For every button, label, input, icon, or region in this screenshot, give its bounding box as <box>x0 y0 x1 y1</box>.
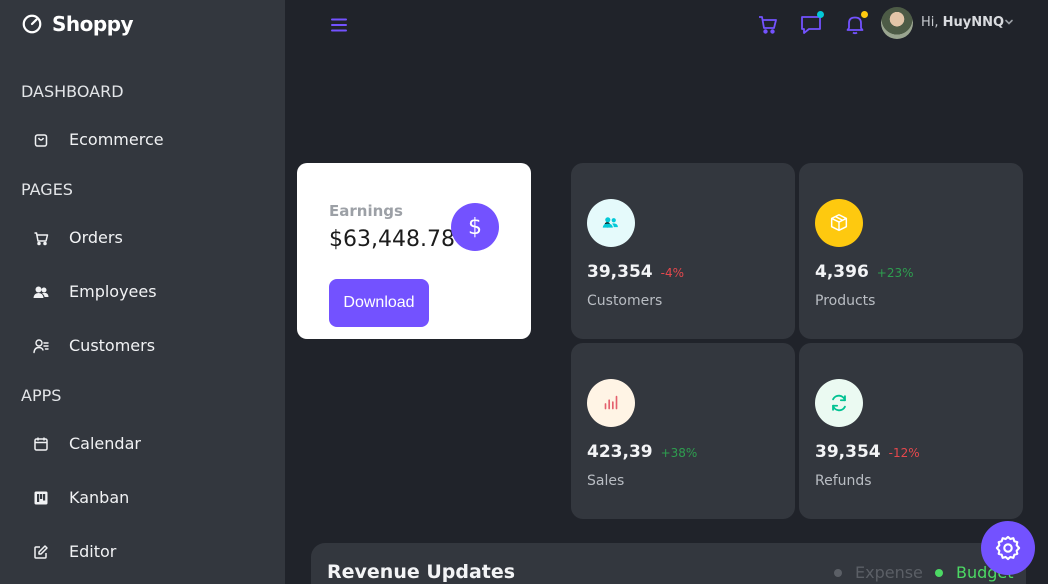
sidebar-item-label: Employees <box>69 282 157 301</box>
edit-icon <box>34 544 48 559</box>
sidebar: Shoppy DASHBOARD Ecommerce PAGES Orders … <box>0 0 285 584</box>
cart-icon[interactable] <box>757 13 779 35</box>
bar-chart-icon-glyph <box>604 395 618 410</box>
stat-change: -4% <box>660 266 684 280</box>
revenue-updates-panel: Revenue Updates Expense Budget <box>311 543 1026 584</box>
sidebar-item-orders[interactable]: Orders <box>33 228 123 247</box>
sidebar-item-calendar[interactable]: Calendar <box>33 434 141 453</box>
stat-figure: 423,39 +38% <box>587 442 697 462</box>
customers-icon[interactable] <box>587 199 635 247</box>
stat-value: 423,39 <box>587 442 653 462</box>
app-logo[interactable]: Shoppy <box>21 12 134 36</box>
legend-label: Expense <box>855 563 923 582</box>
stat-figure: 39,354 -4% <box>587 262 684 282</box>
earnings-card: Earnings $63,448.78 $ Download <box>297 163 531 339</box>
sidebar-item-label: Kanban <box>69 488 130 507</box>
user-name: HuyNNQ <box>942 15 1005 30</box>
dollar-icon: $ <box>451 203 499 251</box>
greeting-text: Hi, <box>921 15 939 30</box>
bell-notification-dot <box>861 11 868 18</box>
revenue-title: Revenue Updates <box>327 561 516 583</box>
sidebar-item-label: Orders <box>69 228 123 247</box>
stat-card-refunds: 39,354 -12% Refunds <box>799 343 1023 519</box>
settings-button[interactable] <box>981 521 1035 575</box>
stat-card-customers: 39,354 -4% Customers <box>571 163 795 339</box>
avatar[interactable] <box>881 7 913 39</box>
legend-dot <box>834 568 842 577</box>
section-title-pages: PAGES <box>21 180 73 199</box>
legend-expense: Expense <box>834 563 923 582</box>
stat-value: 39,354 <box>587 262 653 282</box>
stat-label: Customers <box>587 293 663 309</box>
sidebar-item-label: Ecommerce <box>69 130 164 149</box>
section-title-dashboard: DASHBOARD <box>21 82 124 101</box>
bar-chart-icon[interactable] <box>587 379 635 427</box>
download-button[interactable]: Download <box>329 279 429 327</box>
chat-notification-dot <box>817 11 824 18</box>
gear-icon <box>995 535 1021 561</box>
sidebar-item-kanban[interactable]: Kanban <box>33 488 129 507</box>
stat-value: 39,354 <box>815 442 881 462</box>
sidebar-item-label: Customers <box>69 336 156 355</box>
sidebar-item-label: Editor <box>69 542 117 561</box>
calendar-icon <box>34 437 48 451</box>
sidebar-item-ecommerce[interactable]: Ecommerce <box>33 130 164 149</box>
stat-label: Refunds <box>815 473 872 489</box>
stat-figure: 39,354 -12% <box>815 442 920 462</box>
shopping-bag-icon <box>34 133 48 147</box>
box-icon[interactable] <box>815 199 863 247</box>
sidebar-item-editor[interactable]: Editor <box>33 542 116 561</box>
stat-change: -12% <box>888 446 920 460</box>
earnings-label: Earnings <box>329 202 403 220</box>
refresh-icon[interactable] <box>815 379 863 427</box>
sidebar-item-label: Calendar <box>69 434 141 453</box>
employees-icon <box>33 286 49 298</box>
cart-icon <box>34 231 49 245</box>
sidebar-item-employees[interactable]: Employees <box>33 282 157 301</box>
menu-icon[interactable] <box>330 16 348 34</box>
stat-value: 4,396 <box>815 262 869 282</box>
customers-icon-glyph <box>602 217 618 228</box>
customers-icon <box>33 338 49 353</box>
kanban-icon <box>34 491 48 504</box>
stat-label: Sales <box>587 473 625 489</box>
earnings-value: $63,448.78 <box>329 227 455 252</box>
speedometer-icon <box>22 14 42 34</box>
stat-change: +38% <box>660 446 698 460</box>
app-title: Shoppy <box>52 12 134 36</box>
section-title-apps: APPS <box>21 386 62 405</box>
stat-figure: 4,396 +23% <box>815 262 914 282</box>
user-greeting[interactable]: Hi, HuyNNQ <box>921 15 1004 30</box>
stat-card-products: 4,396 +23% Products <box>799 163 1023 339</box>
stat-change: +23% <box>876 266 914 280</box>
box-icon-glyph <box>830 214 848 232</box>
stat-card-sales: 423,39 +38% Sales <box>571 343 795 519</box>
stat-label: Products <box>815 293 876 309</box>
refresh-icon-glyph <box>832 394 846 412</box>
legend-dot <box>935 568 943 577</box>
chevron-down-icon[interactable] <box>1004 17 1014 27</box>
sidebar-item-customers[interactable]: Customers <box>33 336 155 355</box>
